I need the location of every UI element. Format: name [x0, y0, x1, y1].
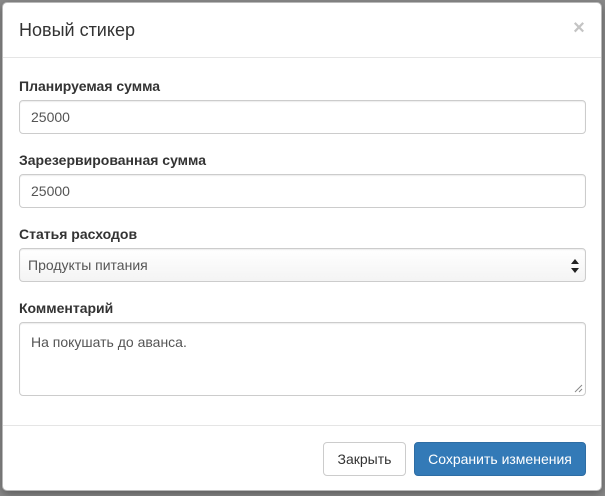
- close-button[interactable]: Закрыть: [323, 442, 406, 476]
- planned-amount-label: Планируемая сумма: [19, 78, 161, 94]
- modal-title: Новый стикер: [19, 20, 135, 40]
- save-changes-button[interactable]: Сохранить изменения: [414, 442, 586, 476]
- resize-grip-icon[interactable]: [574, 384, 583, 393]
- comment-text: На покушать до аванса.: [31, 334, 187, 350]
- modal-footer: Закрыть Сохранить изменения: [3, 425, 601, 490]
- modal-header: Новый стикер ×: [3, 3, 601, 58]
- expense-category-select[interactable]: Продукты питания: [19, 248, 586, 282]
- select-updown-icon: [571, 259, 579, 273]
- new-sticker-dialog: Новый стикер × Планируемая сумма 25000 З…: [2, 2, 602, 491]
- comment-label: Комментарий: [19, 300, 114, 316]
- expense-category-label: Статья расходов: [19, 226, 138, 242]
- expense-category-selected: Продукты питания: [28, 257, 148, 273]
- reserved-amount-input[interactable]: 25000: [19, 174, 586, 208]
- reserved-amount-label: Зарезервированная сумма: [19, 152, 206, 168]
- planned-amount-input[interactable]: 25000: [19, 100, 586, 134]
- comment-textarea[interactable]: На покушать до аванса.: [19, 322, 586, 396]
- close-icon[interactable]: ×: [571, 17, 587, 39]
